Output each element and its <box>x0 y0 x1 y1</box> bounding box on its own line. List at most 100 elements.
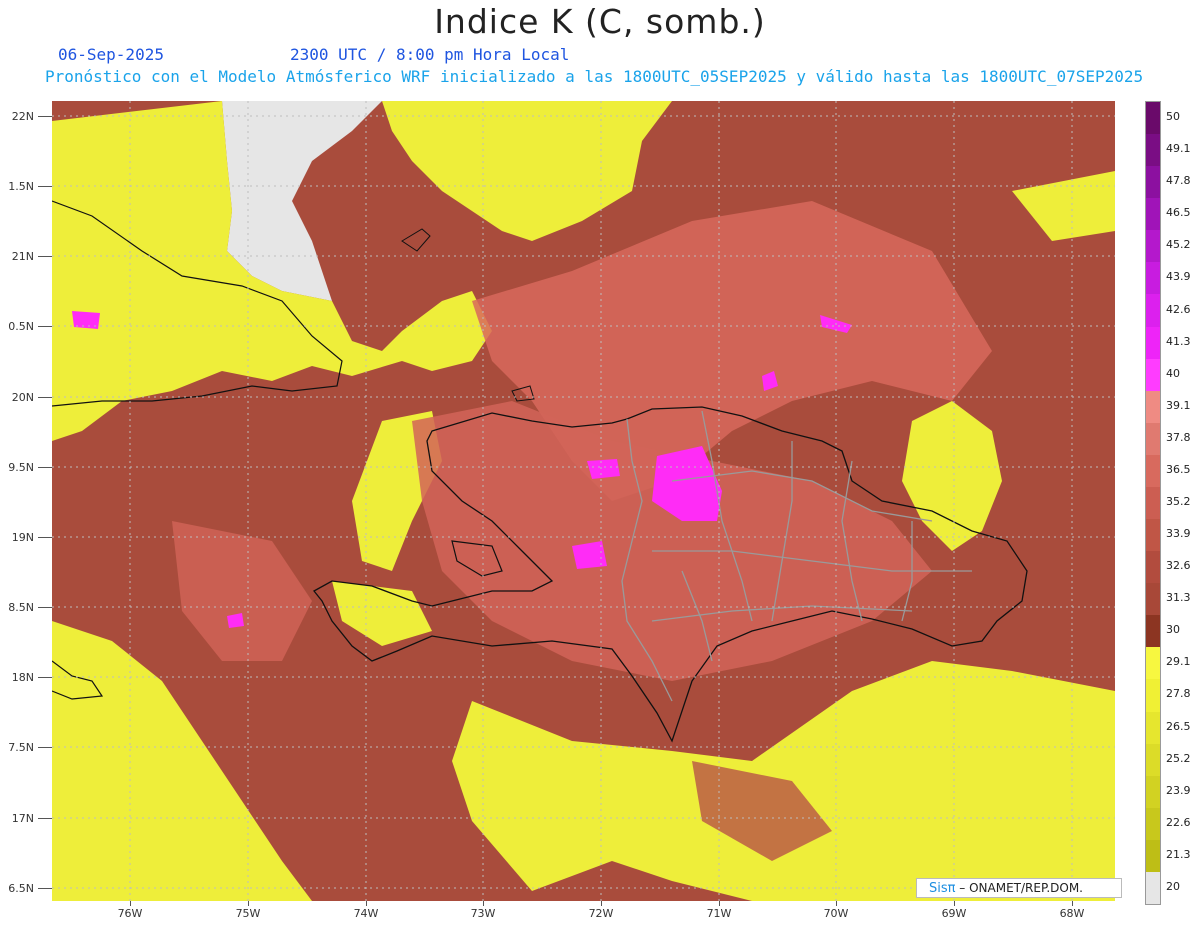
lat-tick <box>38 397 52 398</box>
lon-label-73w: 73W <box>470 907 496 920</box>
colorbar-label: 25.2 <box>1166 751 1191 765</box>
lat-tick <box>38 818 52 819</box>
lon-label-75w: 75W <box>235 907 261 920</box>
lon-tick <box>719 901 720 906</box>
lon-tick <box>483 901 484 906</box>
lat-tick <box>38 326 52 327</box>
colorbar-label: 35.2 <box>1166 495 1191 508</box>
colorbar-segment <box>1146 230 1160 263</box>
credit-box: Sisπ – ONAMET/REP.DOM. <box>916 878 1122 898</box>
colorbar-label: 47.8 <box>1166 174 1191 188</box>
credit-org: – ONAMET/REP.DOM. <box>955 881 1083 895</box>
colorbar-segment <box>1146 486 1160 520</box>
colorbar-label: 39.1 <box>1166 398 1191 412</box>
colorbar-segment <box>1146 615 1160 648</box>
colorbar-segment <box>1146 358 1160 392</box>
lat-tick <box>38 467 52 468</box>
colorbar-label: 21.3 <box>1166 847 1191 861</box>
colorbar-label: 46.5 <box>1166 206 1191 220</box>
colorbar-segment <box>1146 743 1160 777</box>
colorbar-segment <box>1146 775 1160 809</box>
lat-label-20n: 20N <box>11 391 34 404</box>
colorbar-label: 27.8 <box>1166 687 1191 701</box>
colorbar-label: 30 <box>1166 623 1180 637</box>
lat-label-16-5n: 6.5N <box>8 882 34 895</box>
colorbar-label: 22.6 <box>1166 815 1191 829</box>
lat-label-17-5n: 7.5N <box>8 741 34 754</box>
lat-label-18-5n: 8.5N <box>8 601 34 614</box>
lat-tick <box>38 537 52 538</box>
colorbar-segment <box>1146 454 1160 488</box>
colorbar-label: 49.1 <box>1166 142 1191 156</box>
colorbar-segment <box>1146 839 1160 873</box>
lon-label-69w: 69W <box>941 907 967 920</box>
lon-label-68w: 68W <box>1059 907 1085 920</box>
colorbar-label: 37.8 <box>1166 430 1191 444</box>
lat-label-19n: 19N <box>11 531 34 544</box>
lat-label-21-5n: 1.5N <box>8 180 34 193</box>
lat-tick <box>38 747 52 748</box>
lat-tick <box>38 116 52 117</box>
forecast-time: 2300 UTC / 8:00 pm Hora Local <box>290 45 570 64</box>
lat-tick <box>38 888 52 889</box>
colorbar-label: 20 <box>1166 879 1180 893</box>
lon-label-76w: 76W <box>117 907 143 920</box>
colorbar-label: 32.6 <box>1166 559 1191 573</box>
lon-tick <box>366 901 367 906</box>
lon-tick <box>836 901 837 906</box>
colorbar-segment <box>1146 326 1160 360</box>
colorbar-segment <box>1146 871 1160 905</box>
colorbar-label: 36.5 <box>1166 462 1191 476</box>
colorbar-segment <box>1146 711 1160 745</box>
colorbar-segment <box>1146 198 1160 231</box>
sispi-logo: Sisπ <box>929 881 956 896</box>
colorbar-label: 45.2 <box>1166 238 1191 252</box>
max-k-patch-southwest <box>572 541 607 569</box>
colorbar-label: 40 <box>1166 366 1180 380</box>
colorbar-segment <box>1146 102 1160 135</box>
lon-label-72w: 72W <box>588 907 614 920</box>
colorbar-segment <box>1146 807 1160 841</box>
lat-tick <box>38 256 52 257</box>
colorbar-segment <box>1146 134 1160 167</box>
lon-tick <box>248 901 249 906</box>
colorbar-label: 29.1 <box>1166 655 1191 669</box>
lon-label-74w: 74W <box>353 907 379 920</box>
colorbar-label: 41.3 <box>1166 334 1191 348</box>
colorbar-label: 26.5 <box>1166 719 1191 733</box>
lon-tick <box>130 901 131 906</box>
lat-label-20-5n: 0.5N <box>8 320 34 333</box>
lat-label-17n: 17N <box>11 812 34 825</box>
colorbar-segment <box>1146 583 1160 616</box>
lon-tick <box>954 901 955 906</box>
colorbar-segment <box>1146 519 1160 552</box>
colorbar <box>1145 101 1161 905</box>
colorbar-label: 31.3 <box>1166 591 1191 605</box>
lon-label-71w: 71W <box>706 907 732 920</box>
colorbar-segment <box>1146 166 1160 199</box>
forecast-date: 06-Sep-2025 <box>58 45 164 64</box>
map-canvas <box>52 101 1115 901</box>
lat-label-19-5n: 9.5N <box>8 461 34 474</box>
lat-label-21n: 21N <box>11 250 34 263</box>
lon-label-70w: 70W <box>823 907 849 920</box>
colorbar-label: 50 <box>1166 110 1180 124</box>
lon-tick <box>601 901 602 906</box>
colorbar-segment <box>1146 551 1160 584</box>
colorbar-label: 43.9 <box>1166 270 1191 284</box>
colorbar-segment <box>1146 294 1160 328</box>
colorbar-segment <box>1146 647 1160 680</box>
lat-tick <box>38 677 52 678</box>
lat-tick <box>38 607 52 608</box>
colorbar-segment <box>1146 679 1160 713</box>
k-index-map <box>52 101 1115 901</box>
lon-tick <box>1072 901 1073 906</box>
colorbar-label: 23.9 <box>1166 783 1191 797</box>
colorbar-label: 33.9 <box>1166 527 1191 541</box>
max-k-patch-north <box>587 459 620 479</box>
colorbar-segment <box>1146 390 1160 424</box>
colorbar-segment <box>1146 262 1160 295</box>
lat-label-22n: 22N <box>11 110 34 123</box>
model-info: Pronóstico con el Modelo Atmósferico WRF… <box>45 67 1144 86</box>
colorbar-segment <box>1146 422 1160 456</box>
